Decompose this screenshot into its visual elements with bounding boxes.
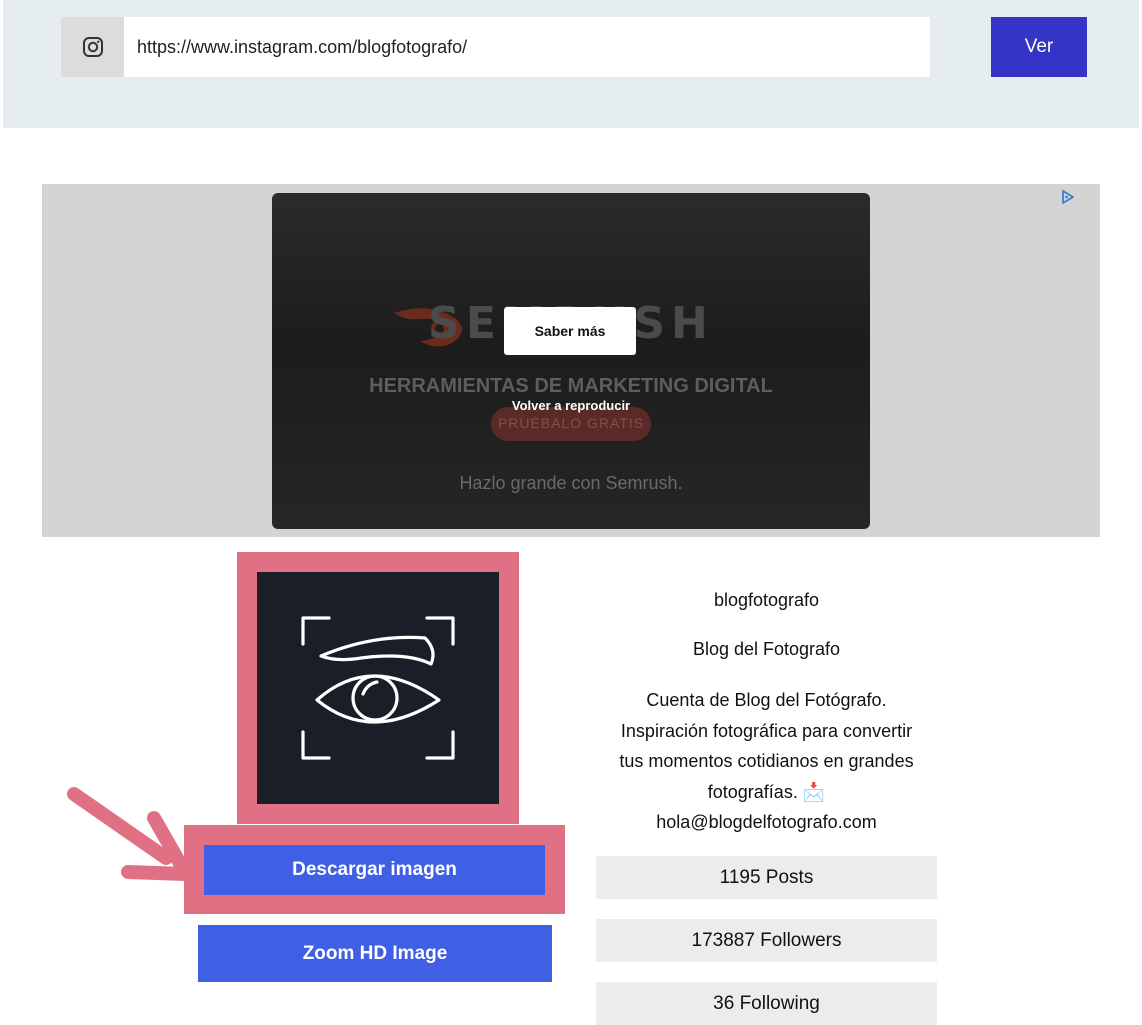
bio-line: tus momentos cotidianos en grandes [619, 751, 914, 771]
zoom-hd-image-button[interactable]: Zoom HD Image [198, 925, 552, 982]
ad-slogan: Hazlo grande con Semrush. [459, 473, 683, 493]
bio-line: Cuenta de Blog del Fotógrafo. [646, 690, 887, 710]
posts-count: 1195 Posts [596, 856, 937, 899]
ad-cta-text: PRUÉBALO GRATIS [497, 415, 645, 431]
ad-headline: HERRAMIENTAS DE MARKETING DIGITAL [369, 375, 773, 397]
eye-scan-icon [301, 616, 455, 760]
profile-picture[interactable] [257, 572, 499, 804]
ad-banner: SEMRUSH HERRAMIENTAS DE MARKETING DIGITA… [42, 184, 1100, 537]
learn-more-button[interactable]: Saber más [504, 307, 636, 355]
bio-line: hola@blogdelfotografo.com [656, 812, 877, 832]
profile-bio: Cuenta de Blog del Fotógrafo. Inspiració… [596, 685, 937, 838]
instagram-icon [82, 37, 103, 57]
following-count: 36 Following [596, 982, 937, 1025]
search-bar-section: Ver [3, 0, 1139, 128]
profile-username: blogfotografo [713, 590, 820, 610]
download-image-button[interactable]: Descargar imagen [204, 845, 545, 895]
replay-link[interactable]: Volver a reproducir [272, 398, 870, 413]
pointer-arrow-icon [67, 787, 193, 881]
bio-line: fotografías. 📩 [707, 781, 826, 802]
ver-button[interactable]: Ver [991, 17, 1087, 77]
instagram-url-input[interactable] [124, 17, 930, 77]
profile-full-name: Blog del Fotografo [692, 639, 841, 659]
instagram-icon-box [61, 17, 124, 77]
adchoices-icon[interactable] [1060, 189, 1076, 205]
bio-line: Inspiración fotográfica para convertir [620, 720, 913, 741]
followers-count: 173887 Followers [596, 919, 937, 962]
ad-video[interactable]: SEMRUSH HERRAMIENTAS DE MARKETING DIGITA… [272, 193, 870, 529]
